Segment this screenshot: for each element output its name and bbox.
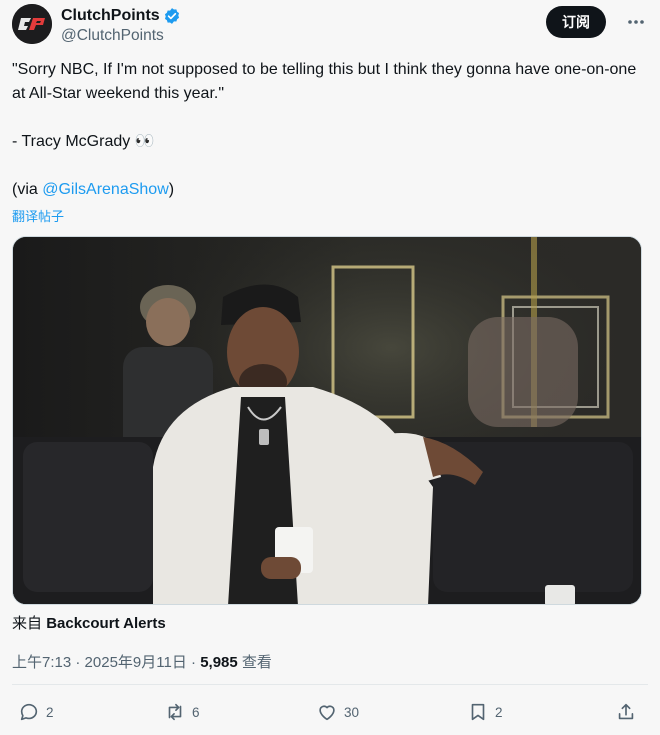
view-count: 5,985 bbox=[200, 654, 238, 671]
display-name[interactable]: ClutchPoints bbox=[61, 7, 160, 25]
tweet-quote: "Sorry NBC, If I'm not supposed to be te… bbox=[12, 61, 637, 102]
via-mention-link[interactable]: @GilsArenaShow bbox=[42, 181, 169, 198]
verified-badge-icon bbox=[164, 8, 179, 24]
meta-separator: · bbox=[191, 654, 201, 671]
handle[interactable]: @ClutchPoints bbox=[61, 27, 181, 45]
subscribe-button[interactable]: 订阅 bbox=[546, 6, 606, 38]
tweet-attribution: - Tracy McGrady 👀 bbox=[12, 133, 155, 150]
via-suffix: ) bbox=[168, 181, 175, 198]
like-count: 30 bbox=[344, 704, 360, 720]
avatar[interactable] bbox=[12, 4, 52, 44]
like-button[interactable]: 30 bbox=[316, 696, 359, 728]
video-thumbnail bbox=[13, 237, 641, 604]
repost-button[interactable]: 6 bbox=[164, 696, 200, 728]
tweet-date[interactable]: 2025年9月11日 bbox=[85, 654, 187, 671]
meta-separator: · bbox=[75, 654, 85, 671]
tweet-body: "Sorry NBC, If I'm not supposed to be te… bbox=[12, 58, 642, 202]
tweet-header: ClutchPoints @ClutchPoints 订阅 bbox=[12, 4, 648, 48]
clutchpoints-logo-icon bbox=[12, 4, 52, 44]
tweet-via: (via @GilsArenaShow) bbox=[12, 178, 642, 202]
tweet-meta: 上午7:13 · 2025年9月11日 · 5,985 查看 bbox=[12, 651, 272, 672]
reply-icon bbox=[20, 703, 38, 721]
source-prefix: 来自 bbox=[12, 615, 43, 632]
divider bbox=[12, 684, 648, 685]
heart-icon bbox=[319, 705, 335, 721]
translate-post-link[interactable]: 翻译帖子 bbox=[12, 206, 64, 225]
source-label: 来自 Backcourt Alerts bbox=[12, 612, 166, 633]
tweet-card: ClutchPoints @ClutchPoints 订阅 "Sorry NBC… bbox=[0, 0, 660, 735]
repost-count: 6 bbox=[192, 704, 200, 720]
author-names: ClutchPoints @ClutchPoints bbox=[61, 6, 181, 45]
tweet-time[interactable]: 上午7:13 bbox=[12, 654, 71, 671]
more-options-icon[interactable] bbox=[626, 12, 646, 32]
repost-icon bbox=[168, 703, 182, 721]
bookmark-icon bbox=[471, 703, 485, 721]
bookmark-count: 2 bbox=[495, 704, 503, 720]
source-name-link[interactable]: Backcourt Alerts bbox=[46, 615, 166, 632]
share-icon bbox=[618, 703, 634, 720]
share-button[interactable] bbox=[615, 696, 643, 728]
via-prefix: (via bbox=[12, 181, 43, 198]
action-bar: 2 6 30 2 bbox=[12, 696, 648, 728]
tweet-media-video[interactable] bbox=[12, 236, 642, 605]
views-label: 查看 bbox=[241, 654, 272, 671]
reply-count: 2 bbox=[46, 704, 54, 720]
reply-button[interactable]: 2 bbox=[18, 696, 54, 728]
bookmark-button[interactable]: 2 bbox=[467, 696, 503, 728]
